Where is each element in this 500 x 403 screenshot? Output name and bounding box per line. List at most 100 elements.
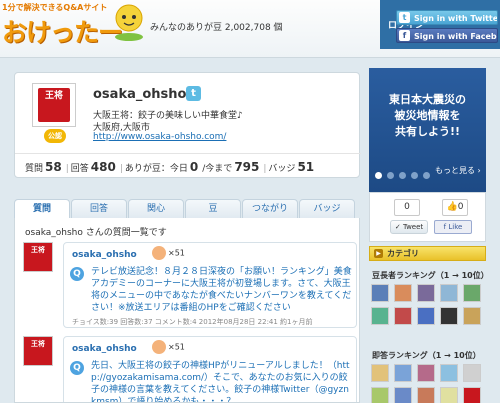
profile-tabs: 質問 回答 関心 豆 つながり バッジ <box>14 199 360 219</box>
avatar[interactable]: 王将 <box>32 83 76 127</box>
avatar[interactable]: 王将 <box>23 242 53 272</box>
avatar[interactable] <box>440 307 458 325</box>
avatar[interactable] <box>417 364 435 382</box>
twitter-icon: t <box>399 12 410 23</box>
sign-in-facebook-label: Sign in with Facebook <box>414 32 497 41</box>
stat-badge-value[interactable]: 51 <box>297 160 314 174</box>
avatar-logo: 王将 <box>38 88 70 122</box>
avatar[interactable] <box>394 284 412 302</box>
like-count: 👍0 <box>442 199 468 216</box>
tab-connections[interactable]: つながり <box>242 199 298 219</box>
category-label: カテゴリ <box>387 249 419 258</box>
avatar[interactable] <box>463 307 481 325</box>
stat-beans-total: 795 <box>234 160 260 174</box>
avatar[interactable] <box>417 387 435 403</box>
banner-text: 東日本大震災の 被災地情報を 共有しよう!! <box>369 92 486 140</box>
stat-divider: | <box>119 164 123 174</box>
avatar[interactable] <box>394 387 412 403</box>
banner-line: 共有しよう!! <box>394 125 461 138</box>
author-badge-count: ×51 <box>168 248 185 258</box>
carousel-dot[interactable] <box>423 172 430 179</box>
tweet-button[interactable]: ✓ Tweet <box>390 220 428 234</box>
stat-beans-today: 0 <box>189 160 199 174</box>
avatar[interactable] <box>463 387 481 403</box>
avatar[interactable] <box>440 284 458 302</box>
question-text[interactable]: 先日、大阪王将の餃子の神様HPがリニューアルしました！（http://gyoza… <box>91 360 353 402</box>
avatar[interactable] <box>440 387 458 403</box>
avatar[interactable] <box>371 284 389 302</box>
stat-beans-label: ありが豆：今日 <box>124 164 188 174</box>
logo-tagline: 1分で解決できるQ&Aサイト <box>2 3 108 12</box>
bean-counter: みんなのありが豆 2,002,708 個 <box>150 23 283 33</box>
stat-beans-total-label: /今まで <box>202 164 233 174</box>
question-list: osaka_ohsho さんの質問一覧です 王将 osaka_ohsho ×51… <box>14 218 360 403</box>
stat-divider: | <box>263 164 267 174</box>
badge-face-icon <box>152 340 166 354</box>
site-logo[interactable]: おけったー <box>2 13 123 49</box>
list-item: 王将 osaka_ohsho ×51 Q テレビ放送記念！８月２８日深夜の「お願… <box>23 242 357 328</box>
avatar[interactable] <box>394 364 412 382</box>
profile-stats: 質問 58 | 回答 480 | ありが豆：今日 0/今まで 795 | バッジ 51 <box>15 153 361 179</box>
disaster-info-banner[interactable]: 東日本大震災の 被災地情報を 共有しよう!! もっと見る › <box>369 68 486 192</box>
avatar[interactable] <box>394 307 412 325</box>
quick-answer-ranking-title: 即答ランキング（1 → 10位） <box>372 351 481 360</box>
stat-divider: | <box>65 164 69 174</box>
question-author[interactable]: osaka_ohsho <box>72 344 137 354</box>
banner-line: 東日本大震災の <box>389 93 466 106</box>
like-count-value: 0 <box>457 202 464 212</box>
author-badge: ×51 <box>152 246 185 260</box>
tweet-label: Tweet <box>402 223 424 231</box>
tab-answers[interactable]: 回答 <box>71 199 127 219</box>
like-label: Like <box>448 223 463 231</box>
question-meta: チョイス数:39 回答数:37 コメント数:4 2012年08月28日 22:4… <box>72 318 313 326</box>
tweet-count: 0 <box>394 199 420 216</box>
profile-url-link[interactable]: http://www.osaka-ohsho.com/ <box>93 132 226 142</box>
author-badge: ×51 <box>152 340 185 354</box>
banner-more-link[interactable]: もっと見る › <box>435 165 481 176</box>
category-dropdown[interactable]: ▶ カテゴリ <box>369 246 486 261</box>
twitter-icon[interactable]: t <box>186 86 201 101</box>
avatar[interactable] <box>371 307 389 325</box>
avatar[interactable] <box>463 284 481 302</box>
sign-in-twitter-label: Sign in with Twitter <box>414 14 498 23</box>
avatar[interactable] <box>440 364 458 382</box>
chevron-right-icon: ▶ <box>374 249 383 258</box>
tab-beans[interactable]: 豆 <box>185 199 241 219</box>
tab-questions[interactable]: 質問 <box>14 199 70 219</box>
like-button[interactable]: f Like <box>434 220 472 234</box>
badge-face-icon <box>152 246 166 260</box>
carousel-dot[interactable] <box>387 172 394 179</box>
question-box: osaka_ohsho ×51 Q テレビ放送記念！８月２８日深夜の「お願い！ラ… <box>63 242 357 328</box>
question-author[interactable]: osaka_ohsho <box>72 250 137 260</box>
tab-interests[interactable]: 関心 <box>128 199 184 219</box>
quick-answer-ranking-grid <box>371 364 487 403</box>
bean-ranking-grid <box>371 284 487 328</box>
avatar[interactable] <box>371 364 389 382</box>
stat-answers-value[interactable]: 480 <box>91 160 116 174</box>
share-box: 0 👍0 ✓ Tweet f Like <box>369 192 486 242</box>
stat-answers-label: 回答 <box>70 164 89 174</box>
sign-in-facebook-button[interactable]: f Sign in with Facebook <box>396 28 498 43</box>
bean-mascot-icon <box>115 4 143 41</box>
carousel-dot[interactable] <box>399 172 406 179</box>
sign-in-twitter-button[interactable]: t Sign in with Twitter <box>396 10 498 25</box>
avatar[interactable] <box>417 307 435 325</box>
twitter-icon: ✓ <box>394 223 401 231</box>
question-text[interactable]: テレビ放送記念！８月２８日深夜の「お願い！ランキング」美食アカデミーのコーナーに… <box>91 266 353 314</box>
stat-questions-value[interactable]: 58 <box>45 160 62 174</box>
avatar[interactable] <box>417 284 435 302</box>
banner-line: 被災地情報を <box>394 109 461 122</box>
thumbs-up-icon: 👍 <box>446 202 458 212</box>
tab-badges[interactable]: バッジ <box>299 199 355 219</box>
carousel-dot[interactable] <box>411 172 418 179</box>
author-badge-count: ×51 <box>168 342 185 352</box>
facebook-icon: f <box>443 223 447 231</box>
facebook-icon: f <box>399 30 410 41</box>
carousel-dot[interactable] <box>375 172 382 179</box>
list-item: 王将 osaka_ohsho ×51 Q 先日、大阪王将の餃子の神様HPがリニュ… <box>23 336 357 402</box>
stat-questions-label: 質問 <box>25 164 44 174</box>
official-badge: 公認 <box>44 129 66 143</box>
avatar[interactable] <box>371 387 389 403</box>
avatar[interactable] <box>463 364 481 382</box>
avatar[interactable]: 王将 <box>23 336 53 366</box>
